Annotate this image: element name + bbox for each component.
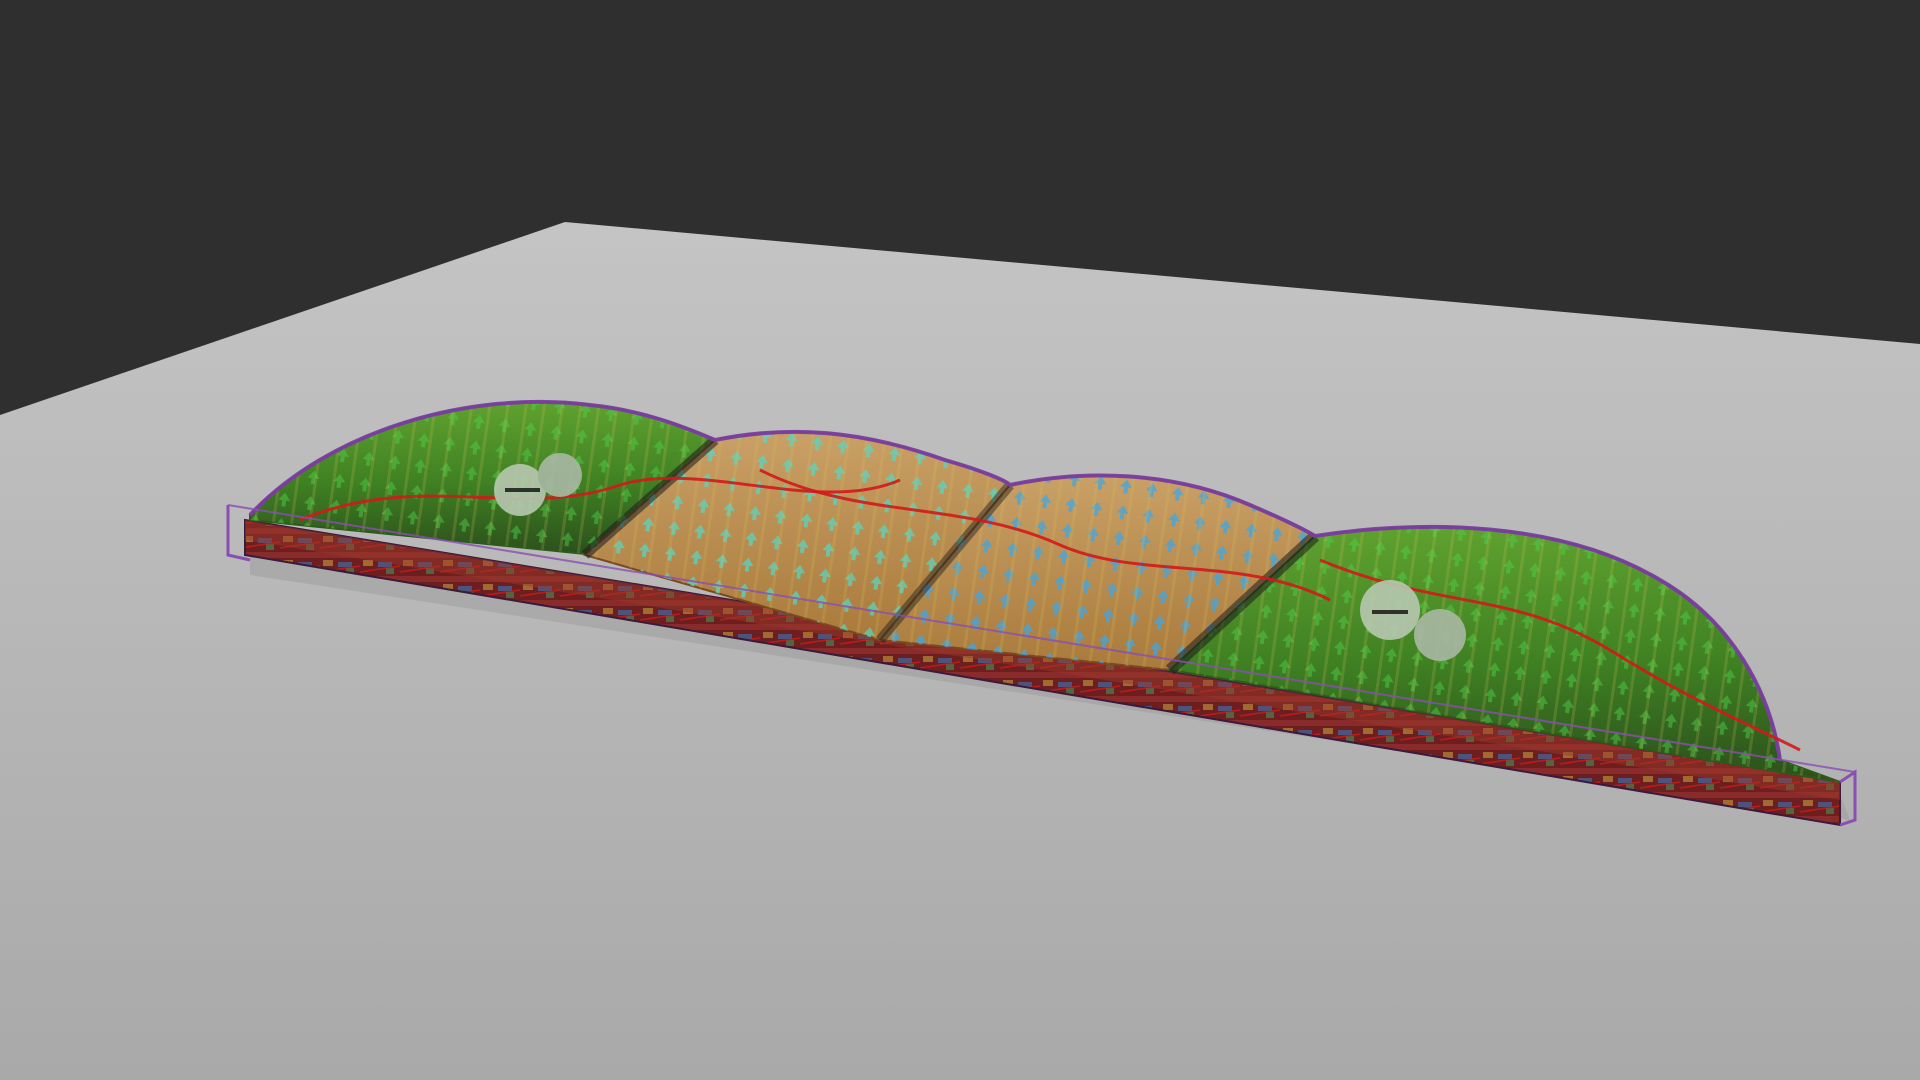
scene-canvas — [0, 222, 1920, 1080]
3d-viewport[interactable] — [0, 0, 1920, 1080]
